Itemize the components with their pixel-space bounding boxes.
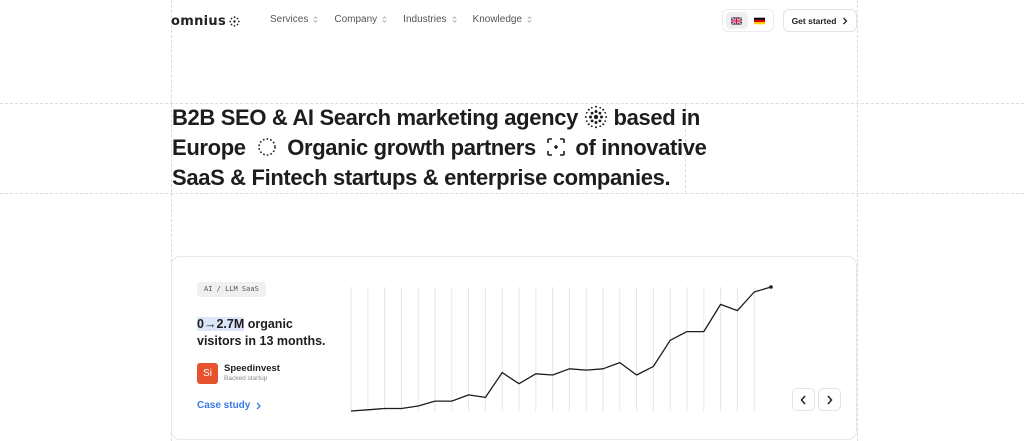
industry-tag: AI / LLM SaaS [197,282,266,297]
chart-series-line [350,286,772,412]
chart-endpoint-marker [769,285,773,289]
nav-item-company[interactable]: Company [334,14,388,25]
hero-text: SaaS & Fintech startups & enterprise com… [172,165,671,190]
language-switcher [722,9,774,32]
nav-label: Industries [403,14,447,25]
company-logo: Si [197,363,218,384]
company-subtitle: Backed startup [224,375,268,382]
get-started-button[interactable]: Get started [783,9,857,32]
dot-burst-icon [584,105,607,129]
company-name: Speedinvest [224,363,280,374]
case-study-card: AI / LLM SaaS 0→2.7M organic visitors in… [171,256,857,440]
language-en-button[interactable] [725,12,748,29]
nav-label: Knowledge [472,14,523,25]
hero-text: B2B SEO & AI Search marketing agency [172,105,578,130]
logo-text: omnius [171,13,226,29]
uk-flag-icon [731,16,742,25]
case-study-label: Case study [197,400,251,411]
dashed-square-icon [546,138,565,156]
chevron-right-icon [827,395,833,404]
nav-item-knowledge[interactable]: Knowledge [473,14,533,25]
hero-headline: B2B SEO & AI Search marketing agency bas… [172,103,707,193]
chevron-updown-icon [313,16,318,23]
result-highlight: 0→2.7M [197,317,245,331]
dotted-circle-icon [258,138,277,156]
previous-slide-button[interactable] [792,388,815,411]
chevron-updown-icon [382,16,387,23]
get-started-label: Get started [791,15,837,26]
nav-item-industries[interactable]: Industries [403,14,457,25]
hero-text: of innovative [575,135,707,160]
language-de-button[interactable] [749,12,771,29]
nav-label: Services [270,14,309,25]
germany-flag-icon [754,17,765,24]
hero-text: based in [613,105,701,130]
nav-label: Company [334,14,378,25]
chevron-right-icon [256,402,262,409]
result-statement: 0→2.7M organic visitors in 13 months. [197,316,337,350]
case-study-link[interactable]: Case study [197,400,262,411]
growth-line-chart [350,285,773,412]
hero-text: Organic growth partners [287,135,536,160]
logo[interactable]: omnius [171,13,240,29]
chevron-updown-icon [527,16,532,23]
logo-mark-icon [229,15,240,27]
main-nav: Services Company Industries Knowledge [270,14,533,25]
hero-text: Europe [172,135,246,160]
chevron-left-icon [800,395,806,404]
chevron-right-icon [843,17,848,24]
company-info: Si Speedinvest Backed startup [197,363,280,384]
next-slide-button[interactable] [818,388,841,411]
nav-item-services[interactable]: Services [270,14,319,25]
chevron-updown-icon [452,16,457,23]
